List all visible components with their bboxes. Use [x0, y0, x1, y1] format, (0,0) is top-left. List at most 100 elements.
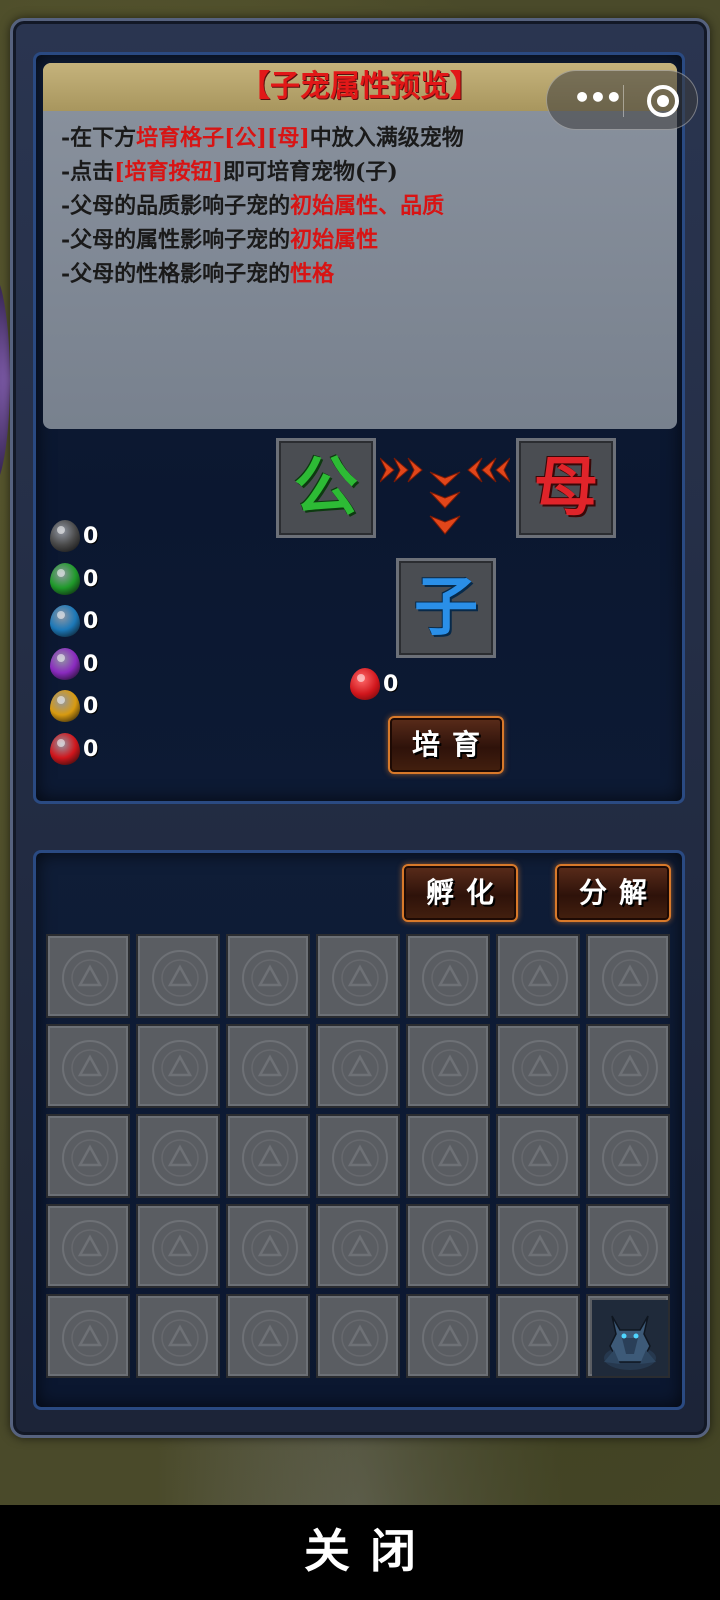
empty-slot-emblem-icon	[60, 1128, 120, 1188]
inventory-slot[interactable]	[46, 1204, 130, 1288]
black-gem-icon	[50, 520, 80, 552]
gem-resource: 0	[50, 731, 98, 767]
inventory-slot[interactable]	[316, 1024, 400, 1108]
inventory-slot[interactable]	[496, 1204, 580, 1288]
inventory-slot[interactable]	[406, 1204, 490, 1288]
inventory-slot[interactable]	[316, 1114, 400, 1198]
inventory-slot[interactable]	[136, 1114, 220, 1198]
empty-slot-emblem-icon	[510, 1038, 570, 1098]
decompose-button[interactable]: 分解	[555, 864, 671, 922]
instruction-line: -父母的属性影响子宠的初始属性	[61, 223, 677, 257]
inventory-slot[interactable]	[316, 1294, 400, 1378]
inventory-slot[interactable]	[136, 934, 220, 1018]
instruction-line: -点击[培育按钮]即可培育宠物(子)	[61, 155, 677, 189]
inventory-slot[interactable]	[406, 1114, 490, 1198]
merge-arrows-icon	[380, 457, 510, 535]
inventory-slot[interactable]	[496, 934, 580, 1018]
instruction-text: -点击	[61, 159, 115, 185]
instruction-text: 中放入满级宠物	[309, 125, 464, 151]
empty-slot-emblem-icon	[330, 1038, 390, 1098]
empty-slot-emblem-icon	[420, 1218, 480, 1278]
instruction-text: -父母的品质影响子宠的	[61, 193, 291, 219]
instruction-line: -父母的品质影响子宠的初始属性、品质	[61, 189, 677, 223]
empty-slot-emblem-icon	[600, 1038, 660, 1098]
inventory-slot[interactable]	[586, 1114, 670, 1198]
empty-slot-emblem-icon	[420, 948, 480, 1008]
inventory-slot[interactable]	[226, 1294, 310, 1378]
inventory-slot[interactable]	[586, 1204, 670, 1288]
instruction-text: -父母的属性影响子宠的	[61, 227, 291, 253]
instruction-highlight: 培育格子[公][母]	[136, 125, 310, 151]
inventory-slot[interactable]	[46, 1294, 130, 1378]
instruction-text: -父母的性格影响子宠的	[61, 261, 291, 287]
gem-count: 0	[83, 523, 99, 549]
gem-resource: 0	[50, 646, 98, 682]
empty-slot-emblem-icon	[510, 1218, 570, 1278]
breed-cost: 0	[350, 666, 398, 702]
child-pet-slot[interactable]: 子	[396, 558, 496, 658]
red-gem-icon	[50, 733, 80, 765]
instruction-highlight: 性格	[290, 261, 335, 287]
instruction-highlight: 初始属性、品质	[290, 193, 445, 219]
inventory-slot[interactable]	[316, 1204, 400, 1288]
inventory-slot[interactable]	[46, 934, 130, 1018]
empty-slot-emblem-icon	[240, 1308, 300, 1368]
gem-count: 0	[83, 566, 99, 592]
red-gem-icon	[350, 668, 380, 700]
inventory-slot[interactable]	[406, 1024, 490, 1108]
close-mini-program-icon[interactable]	[647, 85, 679, 117]
inventory-slot[interactable]	[586, 1294, 670, 1378]
empty-slot-emblem-icon	[60, 1218, 120, 1278]
instruction-text: -在下方	[61, 125, 137, 151]
inventory-slot[interactable]	[136, 1294, 220, 1378]
female-parent-slot[interactable]: 母	[516, 438, 616, 538]
inventory-slot[interactable]	[46, 1024, 130, 1108]
empty-slot-emblem-icon	[60, 948, 120, 1008]
empty-slot-emblem-icon	[600, 1218, 660, 1278]
inventory-slot[interactable]	[226, 1024, 310, 1108]
hatch-button[interactable]: 孵化	[402, 864, 518, 922]
empty-slot-emblem-icon	[240, 1218, 300, 1278]
inventory-slot[interactable]	[316, 934, 400, 1018]
inventory-slot[interactable]	[46, 1114, 130, 1198]
gem-resource: 0	[50, 518, 98, 554]
empty-slot-emblem-icon	[420, 1128, 480, 1188]
inventory-slot[interactable]	[226, 934, 310, 1018]
wolf-pet-icon	[592, 1300, 668, 1376]
empty-slot-emblem-icon	[330, 1308, 390, 1368]
close-button[interactable]: 关闭	[0, 1505, 720, 1600]
blue-gem-icon	[50, 605, 80, 637]
more-options-icon[interactable]: •••	[569, 84, 625, 117]
pet-inventory-grid	[46, 934, 670, 1378]
breed-button[interactable]: 培育	[388, 716, 504, 774]
inventory-slot[interactable]	[496, 1024, 580, 1108]
empty-slot-emblem-icon	[510, 1308, 570, 1368]
inventory-slot[interactable]	[226, 1204, 310, 1288]
background-creature	[0, 270, 10, 490]
instruction-text: 即可培育宠物(子)	[222, 159, 398, 185]
gem-count: 0	[83, 651, 99, 677]
empty-slot-emblem-icon	[60, 1308, 120, 1368]
empty-slot-emblem-icon	[240, 1128, 300, 1188]
inventory-slot[interactable]	[136, 1024, 220, 1108]
gem-count: 0	[83, 693, 99, 719]
inventory-slot[interactable]	[136, 1204, 220, 1288]
instruction-highlight: [培育按钮]	[114, 159, 223, 185]
gem-count: 0	[83, 608, 99, 634]
inventory-slot[interactable]	[406, 1294, 490, 1378]
empty-slot-emblem-icon	[420, 1308, 480, 1368]
inventory-slot[interactable]	[496, 1294, 580, 1378]
male-parent-slot[interactable]: 公	[276, 438, 376, 538]
empty-slot-emblem-icon	[60, 1038, 120, 1098]
green-gem-icon	[50, 563, 80, 595]
instruction-highlight: 初始属性	[290, 227, 379, 253]
gem-resource: 0	[50, 603, 98, 639]
inventory-slot[interactable]	[226, 1114, 310, 1198]
preview-instructions: -在下方培育格子[公][母]中放入满级宠物 -点击[培育按钮]即可培育宠物(子) -…	[43, 111, 677, 291]
empty-slot-emblem-icon	[510, 948, 570, 1008]
inventory-slot[interactable]	[586, 934, 670, 1018]
inventory-slot[interactable]	[586, 1024, 670, 1108]
gem-resource: 0	[50, 561, 98, 597]
inventory-slot[interactable]	[496, 1114, 580, 1198]
inventory-slot[interactable]	[406, 934, 490, 1018]
